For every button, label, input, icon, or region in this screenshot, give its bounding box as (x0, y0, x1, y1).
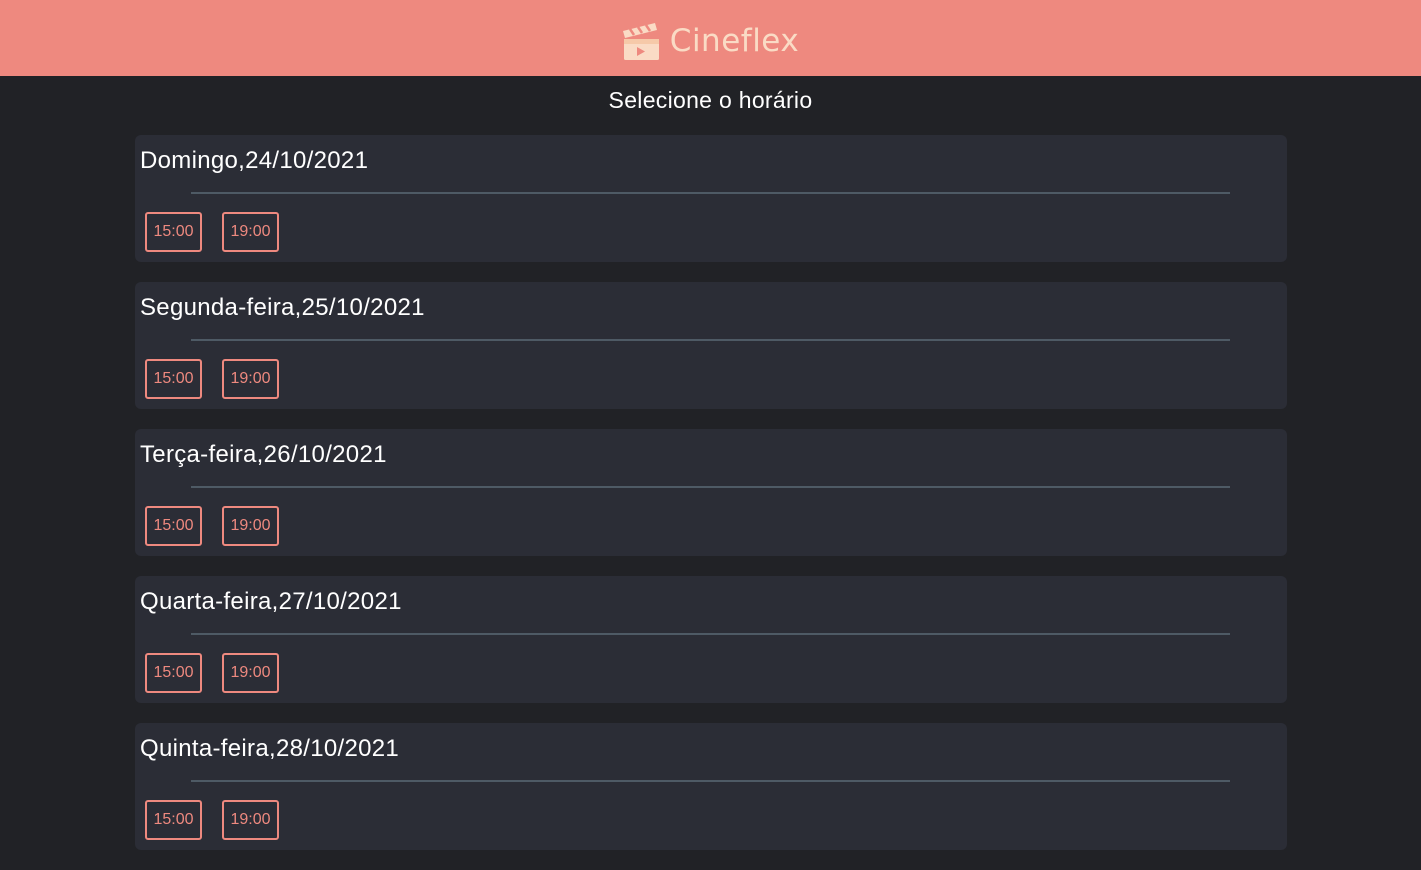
day-title: Domingo,24/10/2021 (140, 147, 369, 174)
showtime-button[interactable]: 15:00 (145, 506, 202, 546)
showtime-button[interactable]: 15:00 (145, 212, 202, 252)
sessions-list: Domingo,24/10/2021 15:00 19:00 Segunda-f… (135, 135, 1287, 870)
day-title: Quinta-feira,28/10/2021 (140, 735, 400, 762)
day-title: Terça-feira,26/10/2021 (140, 441, 387, 468)
showtime-button[interactable]: 15:00 (145, 653, 202, 693)
showtimes: 15:00 19:00 (145, 800, 279, 840)
divider (191, 192, 1230, 194)
day-title: Quarta-feira,27/10/2021 (140, 588, 402, 615)
day-card: Segunda-feira,25/10/2021 15:00 19:00 (135, 282, 1287, 409)
clapperboard-icon (622, 21, 660, 61)
day-card: Quarta-feira,27/10/2021 15:00 19:00 (135, 576, 1287, 703)
day-card: Quinta-feira,28/10/2021 15:00 19:00 (135, 723, 1287, 850)
showtimes: 15:00 19:00 (145, 212, 279, 252)
logo-text: Cineflex (669, 23, 800, 59)
day-title: Segunda-feira,25/10/2021 (140, 294, 425, 321)
showtime-button[interactable]: 19:00 (222, 800, 279, 840)
showtime-button[interactable]: 19:00 (222, 359, 279, 399)
divider (191, 339, 1230, 341)
showtime-button[interactable]: 19:00 (222, 506, 279, 546)
divider (191, 633, 1230, 635)
logo[interactable]: Cineflex (622, 21, 799, 61)
showtime-button[interactable]: 15:00 (145, 359, 202, 399)
showtimes: 15:00 19:00 (145, 359, 279, 399)
day-card: Domingo,24/10/2021 15:00 19:00 (135, 135, 1287, 262)
showtimes: 15:00 19:00 (145, 506, 279, 546)
divider (191, 486, 1230, 488)
divider (191, 780, 1230, 782)
page-title: Selecione o horário (608, 87, 813, 113)
showtime-button[interactable]: 15:00 (145, 800, 202, 840)
showtime-button[interactable]: 19:00 (222, 653, 279, 693)
showtimes: 15:00 19:00 (145, 653, 279, 693)
showtime-button[interactable]: 19:00 (222, 212, 279, 252)
app-header: Cineflex (0, 0, 1421, 76)
day-card: Terça-feira,26/10/2021 15:00 19:00 (135, 429, 1287, 556)
